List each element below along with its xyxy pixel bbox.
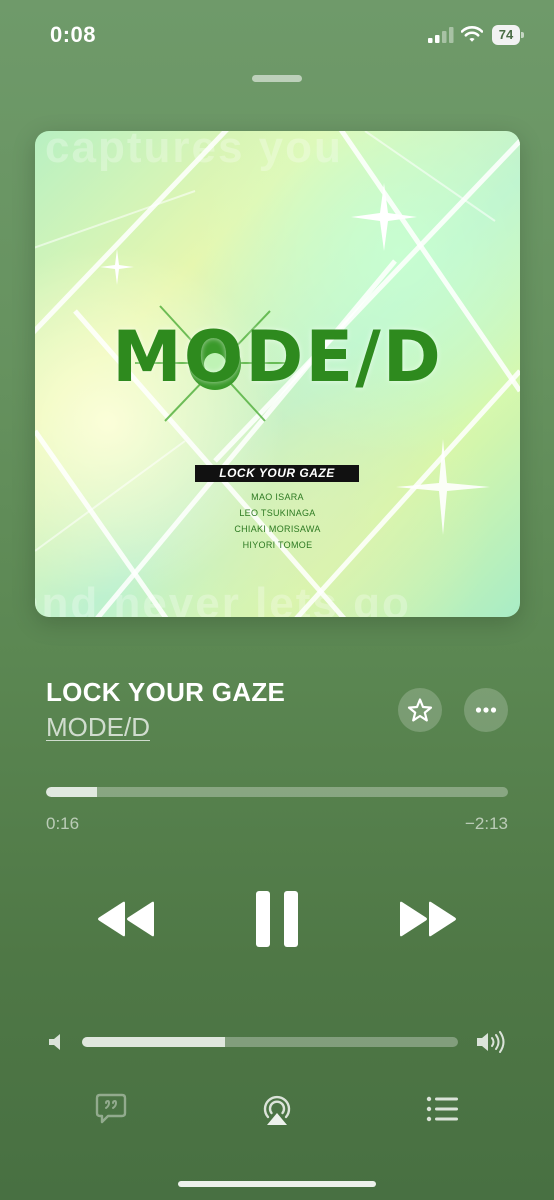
member-name: CHIAKI MORISAWA bbox=[234, 524, 321, 534]
track-title: LOCK YOUR GAZE bbox=[46, 677, 286, 707]
artist-link[interactable]: MODE/D bbox=[46, 712, 150, 743]
member-name: LEO TSUKINAGA bbox=[239, 508, 316, 518]
battery-icon: 74 bbox=[492, 25, 524, 45]
rewind-icon[interactable] bbox=[96, 899, 156, 939]
volume-low-icon bbox=[49, 1034, 60, 1050]
volume-fill bbox=[82, 1037, 225, 1047]
queue-icon[interactable] bbox=[425, 1094, 459, 1124]
volume-high-icon bbox=[477, 1031, 505, 1053]
status-time: 0:08 bbox=[50, 22, 97, 47]
watermark-bottom: and never lets go bbox=[35, 579, 411, 617]
elapsed-time: 0:16 bbox=[46, 814, 80, 833]
signal-icon bbox=[428, 27, 454, 43]
lyrics-icon[interactable] bbox=[94, 1092, 128, 1126]
more-options-button[interactable] bbox=[464, 688, 508, 732]
album-title-bar: LOCK YOUR GAZE bbox=[195, 465, 359, 482]
home-indicator[interactable] bbox=[178, 1181, 376, 1187]
remaining-time: −2:13 bbox=[464, 814, 508, 833]
progress-fill bbox=[46, 787, 97, 797]
sheet-grabber[interactable] bbox=[252, 75, 302, 82]
ellipsis-icon bbox=[475, 707, 497, 713]
playback-scrubber[interactable] bbox=[46, 787, 508, 797]
favorite-button[interactable] bbox=[398, 688, 442, 732]
member-name: MAO ISARA bbox=[251, 492, 304, 502]
battery-level: 74 bbox=[492, 25, 520, 45]
album-artwork: captures you and never lets go MODE/D LO… bbox=[35, 131, 520, 617]
member-name: HIYORI TOMOE bbox=[242, 540, 313, 550]
star-icon bbox=[407, 698, 433, 722]
watermark-top: captures you bbox=[45, 131, 343, 172]
airplay-icon[interactable] bbox=[259, 1091, 295, 1127]
album-logo: MODE/D bbox=[112, 316, 443, 398]
wifi-icon bbox=[461, 26, 483, 42]
fast-forward-icon[interactable] bbox=[398, 899, 458, 939]
pause-icon[interactable] bbox=[254, 890, 300, 948]
volume-slider[interactable] bbox=[82, 1037, 458, 1047]
